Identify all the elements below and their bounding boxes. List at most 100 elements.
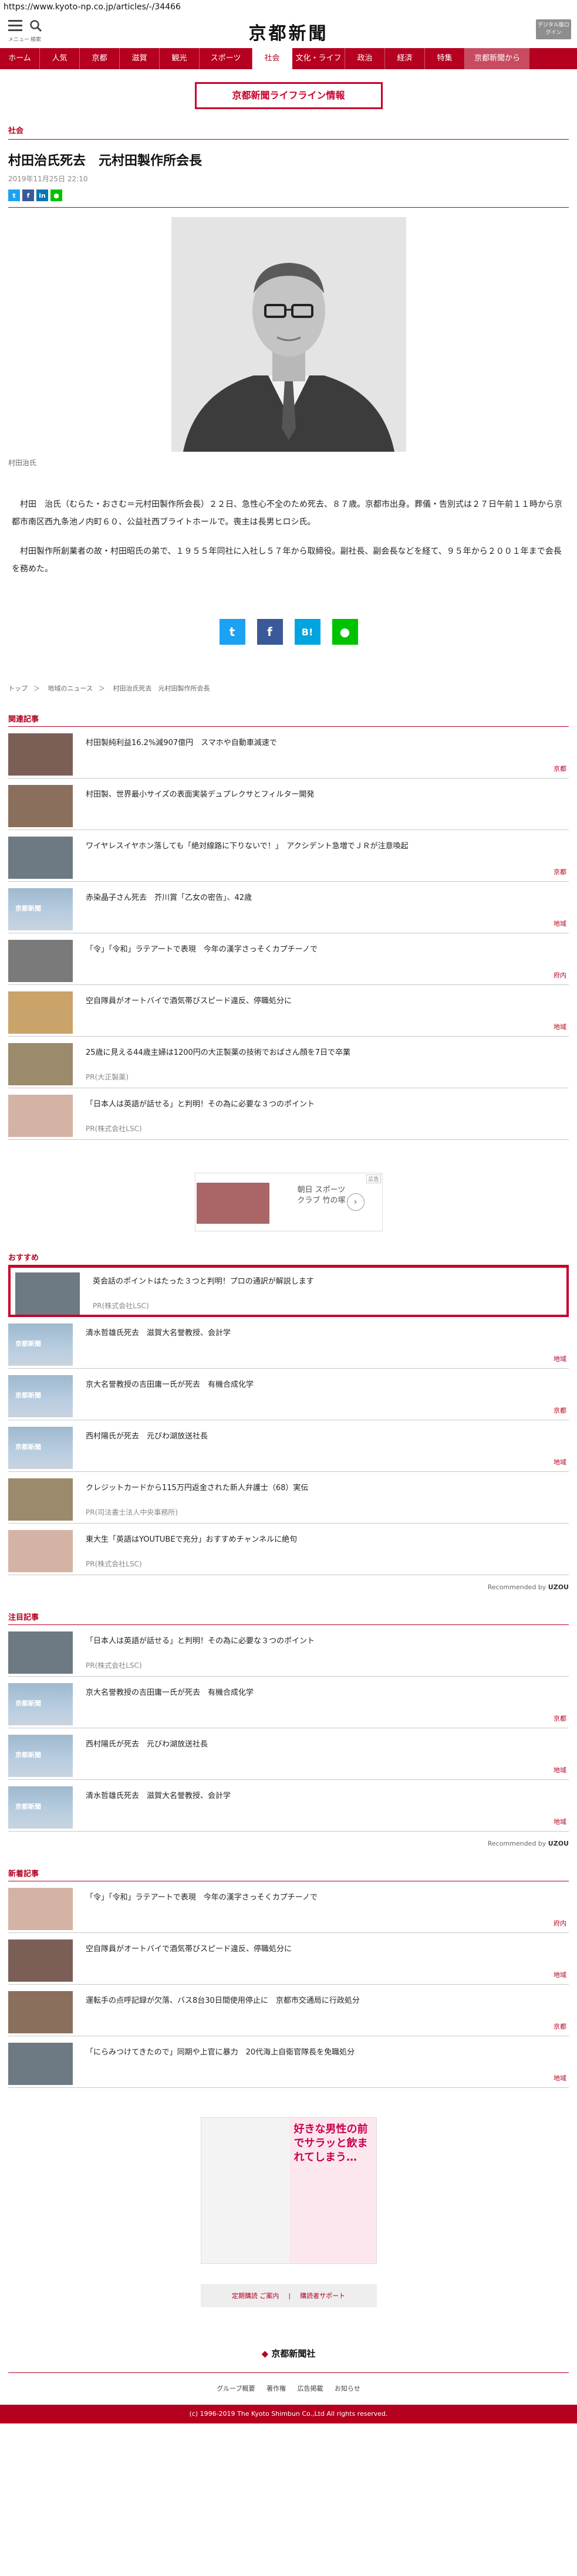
linkedin-icon[interactable]: in [36, 189, 48, 201]
thumbnail-image[interactable] [8, 1991, 73, 2033]
ad-image[interactable] [196, 1183, 269, 1224]
thumbnail-image[interactable] [8, 2043, 73, 2085]
item-title[interactable]: 村田製、世界最小サイズの表面実装デュプレクサとフィルター開発 [86, 788, 314, 799]
item-title[interactable]: クレジットカードから115万円返金された新人弁護士（68）実伝 [86, 1481, 308, 1492]
thumbnail-image[interactable] [8, 1323, 73, 1366]
ad-text[interactable]: 朝日 スポーツ クラブ 竹の塚 [295, 1185, 348, 1206]
manga-ad-image[interactable] [201, 2118, 289, 2263]
hatena-icon[interactable]: B! [294, 619, 320, 645]
item-region-tag[interactable]: 京都 [554, 867, 566, 876]
item-region-tag[interactable]: 地域 [554, 1970, 566, 1979]
nav-economy[interactable]: 経済 [385, 48, 425, 69]
item-title[interactable]: 京大名誉教授の吉田庸一氏が死去 有機合成化学 [86, 1686, 254, 1697]
list-item[interactable]: 京大名誉教授の吉田庸一氏が死去 有機合成化学京都 [8, 1369, 569, 1420]
footer-link[interactable]: グループ概要 [217, 2385, 255, 2392]
item-title[interactable]: 空自隊員がオートバイで酒気帯びスピード違反、停職処分に [86, 1942, 292, 1954]
item-title[interactable]: 「令」「令和」ラテアートで表現 今年の漢字さっそくカプチーノで [86, 943, 318, 954]
ad-banner[interactable]: 朝日 スポーツ クラブ 竹の塚 › 広告 [194, 1173, 383, 1231]
list-item[interactable]: 村田製、世界最小サイズの表面実装デュプレクサとフィルター開発 [8, 778, 569, 830]
item-region-tag[interactable]: 府内 [554, 970, 566, 980]
item-region-tag[interactable]: 府内 [554, 1918, 566, 1928]
item-region-tag[interactable]: 地域 [554, 1022, 566, 1031]
manga-ad[interactable]: 好きな男性の前でサラッと飲まれてしまう… [200, 2117, 377, 2264]
thumbnail-image[interactable] [8, 1095, 73, 1137]
thumbnail-image[interactable] [8, 1786, 73, 1829]
thumbnail-image[interactable] [8, 1530, 73, 1572]
item-region-tag[interactable]: 地域 [554, 2073, 566, 2083]
list-item[interactable]: 西村陽氏が死去 元びわ湖放送社長地域 [8, 1728, 569, 1780]
lifeline-button[interactable]: 京都新聞ライフライン情報 [194, 82, 383, 109]
nav-home[interactable]: ホーム [0, 48, 40, 69]
item-region-tag[interactable]: 京都 [554, 1714, 566, 1723]
manga-ad-text[interactable]: 好きな男性の前でサラッと飲まれてしまう… [289, 2118, 376, 2263]
list-item[interactable]: 「日本人は英語が話せる」と判明！その為に必要な３つのポイント PR(株式会社LSC… [8, 1625, 569, 1677]
item-region-tag[interactable]: 京都 [554, 1406, 566, 1415]
item-title[interactable]: 「日本人は英語が話せる」と判明！その為に必要な３つのポイント [86, 1634, 315, 1646]
list-item[interactable]: 村田製純利益16.2%減907億円 スマホや自動車減速で 京都 [8, 727, 569, 778]
subscription-link[interactable]: 定期購読 ご案内 [232, 2291, 279, 2300]
uzou-logo[interactable]: UZOU [548, 1840, 569, 1847]
item-region-tag[interactable]: 地域 [554, 919, 566, 928]
item-title[interactable]: 京大名誉教授の吉田庸一氏が死去 有機合成化学 [86, 1378, 254, 1389]
thumbnail-image[interactable] [8, 940, 73, 982]
url-bar[interactable]: https://www.kyoto-np.co.jp/articles/-/34… [0, 0, 577, 15]
thumbnail-image[interactable] [8, 1939, 73, 1982]
nav-culture[interactable]: 文化・ライフ [292, 48, 345, 69]
item-title[interactable]: 「にらみつけてきたので」同期や上官に暴力 20代海上自衛官隊長を免職処分 [86, 2046, 355, 2057]
thumbnail-image[interactable] [8, 837, 73, 879]
item-title[interactable]: 西村陽氏が死去 元びわ湖放送社長 [86, 1430, 208, 1441]
line-icon[interactable]: ● [332, 619, 358, 645]
list-item[interactable]: 「にらみつけてきたので」同期や上官に暴力 20代海上自衛官隊長を免職処分地域 [8, 2036, 569, 2088]
list-item[interactable]: 「令」「令和」ラテアートで表現 今年の漢字さっそくカプチーノで府内 [8, 933, 569, 985]
item-title[interactable]: 「日本人は英語が話せる」と判明！その為に必要な３つのポイント [86, 1098, 315, 1109]
site-logo[interactable]: 京都新聞 [0, 19, 577, 45]
nav-tourism[interactable]: 観光 [160, 48, 200, 69]
chevron-right-icon[interactable]: › [346, 1193, 365, 1211]
breadcrumb-item[interactable]: トップ [8, 685, 28, 692]
twitter-icon[interactable]: t [8, 189, 20, 201]
footer-link[interactable]: 著作権 [266, 2385, 286, 2392]
item-region-tag[interactable]: 地域 [554, 1765, 566, 1775]
support-link[interactable]: 購読者サポート [300, 2291, 345, 2300]
list-item[interactable]: 赤染晶子さん死去 芥川賞「乙女の密告」、42歳地域 [8, 882, 569, 933]
item-title[interactable]: 東大生「英語はYOUTUBEで充分」おすすめチャンネルに絶句 [86, 1533, 297, 1544]
nav-shiga[interactable]: 滋賀 [120, 48, 160, 69]
thumbnail-image[interactable] [8, 1631, 73, 1674]
thumbnail-image[interactable] [8, 1043, 73, 1085]
nav-sports[interactable]: スポーツ [200, 48, 252, 69]
footer-link[interactable]: お知らせ [335, 2385, 360, 2392]
footer-logo[interactable]: ◆ 京都新聞社 [0, 2347, 577, 2360]
list-item[interactable]: 「令」「令和」ラテアートで表現 今年の漢字さっそくカプチーノで 府内 [8, 1881, 569, 1933]
list-item[interactable]: 英会話のポイントはたった３つと判明！プロの通訳が解説します PR(株式会社LSC) [8, 1265, 569, 1317]
thumbnail-image[interactable] [15, 1272, 80, 1315]
list-item[interactable]: ワイヤレスイヤホン落しても「絶対線路に下りないで！」 アクシデント急増でＪＲが注… [8, 830, 569, 882]
item-title[interactable]: 清水哲雄氏死去 滋賀大名誉教授、会計学 [86, 1326, 231, 1338]
item-region-tag[interactable]: 地域 [554, 1817, 566, 1826]
facebook-icon[interactable]: f [22, 189, 34, 201]
list-item[interactable]: 運転手の点呼記録が欠落、バス8台30日間使用停止に 京都市交通局に行政処分京都 [8, 1985, 569, 2036]
list-item[interactable]: 清水哲雄氏死去 滋賀大名誉教授、会計学地域 [8, 1780, 569, 1832]
list-item[interactable]: 東大生「英語はYOUTUBEで充分」おすすめチャンネルに絶句 PR(株式会社LSC… [8, 1524, 569, 1575]
nav-politics[interactable]: 政治 [345, 48, 385, 69]
nav-society[interactable]: 社会 [252, 48, 292, 69]
list-item[interactable]: 京大名誉教授の吉田庸一氏が死去 有機合成化学京都 [8, 1677, 569, 1728]
item-region-tag[interactable]: 京都 [554, 2022, 566, 2031]
thumbnail-image[interactable] [8, 733, 73, 776]
list-item[interactable]: 空自隊員がオートバイで酒気帯びスピード違反、停職処分に 地域 [8, 985, 569, 1037]
facebook-icon[interactable]: f [257, 619, 283, 645]
twitter-icon[interactable]: t [219, 619, 245, 645]
list-item[interactable]: 空自隊員がオートバイで酒気帯びスピード違反、停職処分に地域 [8, 1933, 569, 1985]
footer-link[interactable]: 広告掲載 [298, 2385, 323, 2392]
item-title[interactable]: 運転手の点呼記録が欠落、バス8台30日間使用停止に 京都市交通局に行政処分 [86, 1994, 360, 2005]
list-item[interactable]: 25歳に見える44歳主婦は1200円の大正製薬の技術でおばさん顔を7日で卒業 PR… [8, 1037, 569, 1088]
article-category[interactable]: 社会 [8, 124, 569, 140]
item-title[interactable]: 25歳に見える44歳主婦は1200円の大正製薬の技術でおばさん顔を7日で卒業 [86, 1046, 350, 1057]
thumbnail-image[interactable] [8, 1888, 73, 1930]
item-title[interactable]: 西村陽氏が死去 元びわ湖放送社長 [86, 1738, 208, 1749]
nav-from-kyoto[interactable]: 京都新聞から [465, 48, 529, 69]
nav-kyoto[interactable]: 京都 [80, 48, 120, 69]
list-item[interactable]: 西村陽氏が死去 元びわ湖放送社長地域 [8, 1420, 569, 1472]
list-item[interactable]: 清水哲雄氏死去 滋賀大名誉教授、会計学地域 [8, 1317, 569, 1369]
item-region-tag[interactable]: 京都 [554, 764, 566, 773]
item-region-tag[interactable]: 地域 [554, 1457, 566, 1467]
